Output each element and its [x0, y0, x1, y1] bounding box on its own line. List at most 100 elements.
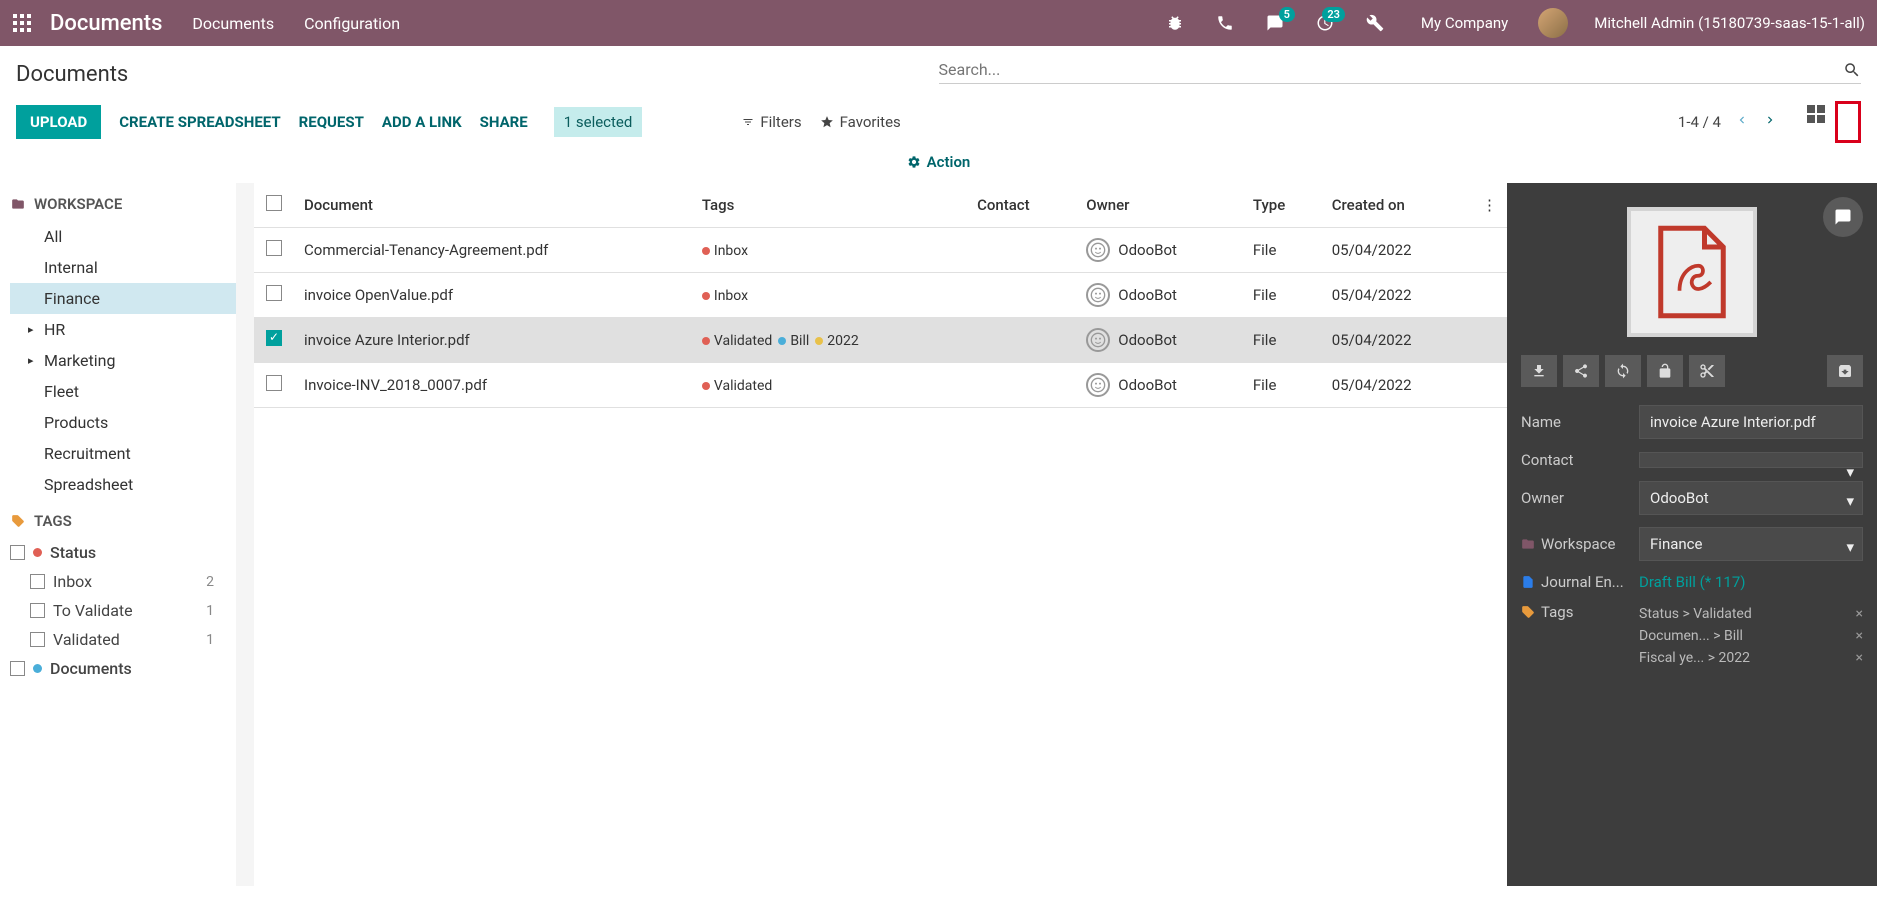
- column-options-icon[interactable]: ⋮: [1472, 183, 1507, 228]
- scissors-icon[interactable]: [1689, 355, 1725, 387]
- apps-icon[interactable]: [12, 13, 32, 33]
- chat-button[interactable]: [1823, 197, 1863, 237]
- cell-tags: ValidatedBill2022: [692, 318, 967, 363]
- app-title[interactable]: Documents: [50, 11, 162, 36]
- contact-field-label: Contact: [1521, 451, 1639, 469]
- documents-table: Document Tags Contact Owner Type Created…: [254, 183, 1507, 408]
- sidebar-item-products[interactable]: Products: [10, 407, 244, 438]
- kanban-view-button[interactable]: [1803, 101, 1829, 127]
- checkbox[interactable]: [10, 661, 25, 676]
- nav-link-configuration[interactable]: Configuration: [304, 14, 400, 33]
- tags-header[interactable]: TAGS: [10, 512, 244, 530]
- phone-icon[interactable]: [1215, 13, 1235, 33]
- journal-entry-link[interactable]: Draft Bill (* 117): [1639, 573, 1745, 591]
- tag-chip: Inbox: [702, 243, 748, 259]
- company-selector[interactable]: My Company: [1421, 14, 1508, 32]
- tag-count: 2: [206, 574, 214, 590]
- sidebar-item-fleet[interactable]: Fleet: [10, 376, 244, 407]
- table-row[interactable]: invoice OpenValue.pdfInboxOdooBotFile05/…: [254, 273, 1507, 318]
- column-contact[interactable]: Contact: [967, 183, 1076, 228]
- sidebar-item-finance[interactable]: Finance: [10, 283, 244, 314]
- checkbox[interactable]: [10, 545, 25, 560]
- tag-group-documents[interactable]: Documents: [10, 654, 244, 683]
- sidebar-item-marketing[interactable]: ▸Marketing: [10, 345, 244, 376]
- cell-document: invoice Azure Interior.pdf: [294, 318, 692, 363]
- pager-count[interactable]: 1-4 / 4: [1678, 113, 1721, 131]
- document-preview[interactable]: [1627, 207, 1757, 337]
- column-tags[interactable]: Tags: [692, 183, 967, 228]
- cell-owner: OdooBot: [1076, 363, 1243, 408]
- checkbox[interactable]: [30, 603, 45, 618]
- column-owner[interactable]: Owner: [1076, 183, 1243, 228]
- sidebar-item-hr[interactable]: ▸HR: [10, 314, 244, 345]
- archive-icon[interactable]: [1827, 355, 1863, 387]
- owner-avatar-icon: [1086, 238, 1110, 262]
- contact-field-input[interactable]: ▾: [1639, 452, 1863, 468]
- bug-icon[interactable]: [1165, 13, 1185, 33]
- sidebar-item-all[interactable]: All: [10, 221, 244, 252]
- add-link-button[interactable]: ADD A LINK: [382, 113, 462, 131]
- messages-icon[interactable]: 5: [1265, 13, 1285, 33]
- tag-item-to-validate[interactable]: To Validate1: [10, 596, 244, 625]
- user-avatar[interactable]: [1538, 8, 1568, 38]
- sidebar-item-spreadsheet[interactable]: Spreadsheet: [10, 469, 244, 500]
- column-document[interactable]: Document: [294, 183, 692, 228]
- username[interactable]: Mitchell Admin (15180739-saas-15-1-all): [1594, 14, 1865, 32]
- row-checkbox[interactable]: [266, 285, 282, 301]
- sidebar-item-recruitment[interactable]: Recruitment: [10, 438, 244, 469]
- sidebar-item-internal[interactable]: Internal: [10, 252, 244, 283]
- search-icon[interactable]: [1843, 61, 1861, 79]
- tag-item-inbox[interactable]: Inbox2: [10, 567, 244, 596]
- table-row[interactable]: Commercial-Tenancy-Agreement.pdfInboxOdo…: [254, 228, 1507, 273]
- column-type[interactable]: Type: [1243, 183, 1322, 228]
- activities-badge: 23: [1322, 7, 1345, 22]
- workspace-header[interactable]: WORKSPACE: [10, 195, 244, 213]
- request-button[interactable]: REQUEST: [299, 113, 364, 131]
- replace-icon[interactable]: [1605, 355, 1641, 387]
- tag-count: 1: [206, 632, 214, 648]
- owner-field-input[interactable]: OdooBot▾: [1639, 481, 1863, 515]
- share-icon[interactable]: [1563, 355, 1599, 387]
- upload-button[interactable]: UPLOAD: [16, 105, 101, 139]
- checkbox[interactable]: [30, 574, 45, 589]
- table-row[interactable]: Invoice-INV_2018_0007.pdfValidatedOdooBo…: [254, 363, 1507, 408]
- tags-field-label: Tags: [1521, 603, 1639, 621]
- table-row[interactable]: invoice Azure Interior.pdfValidatedBill2…: [254, 318, 1507, 363]
- sidebar-item-label: Recruitment: [44, 444, 131, 463]
- list-view-button[interactable]: [1835, 101, 1861, 143]
- row-checkbox[interactable]: [266, 375, 282, 391]
- remove-tag-icon[interactable]: ×: [1856, 606, 1863, 622]
- workspace-field-input[interactable]: Finance▾: [1639, 527, 1863, 561]
- filters-dropdown[interactable]: Filters: [742, 113, 801, 131]
- share-button[interactable]: SHARE: [480, 113, 528, 131]
- create-spreadsheet-button[interactable]: CREATE SPREADSHEET: [119, 113, 280, 131]
- favorites-dropdown[interactable]: Favorites: [820, 113, 901, 131]
- messages-badge: 5: [1279, 7, 1295, 22]
- sidebar-item-label: Spreadsheet: [44, 475, 133, 494]
- row-checkbox[interactable]: [266, 240, 282, 256]
- row-checkbox[interactable]: [266, 330, 282, 346]
- checkbox[interactable]: [30, 632, 45, 647]
- action-dropdown[interactable]: Action: [907, 153, 971, 171]
- cell-tags: Inbox: [692, 228, 967, 273]
- nav-link-documents[interactable]: Documents: [192, 14, 274, 33]
- download-icon[interactable]: [1521, 355, 1557, 387]
- select-all-checkbox[interactable]: [266, 195, 282, 211]
- remove-tag-icon[interactable]: ×: [1856, 650, 1863, 666]
- search-input[interactable]: [939, 60, 1844, 79]
- tag-item-validated[interactable]: Validated1: [10, 625, 244, 654]
- search-bar[interactable]: [939, 56, 1862, 84]
- column-created[interactable]: Created on: [1322, 183, 1472, 228]
- activities-icon[interactable]: 23: [1315, 13, 1335, 33]
- tools-icon[interactable]: [1365, 13, 1385, 33]
- tag-group-status[interactable]: Status: [10, 538, 244, 567]
- cell-type: File: [1243, 363, 1322, 408]
- lock-icon[interactable]: [1647, 355, 1683, 387]
- detail-tag-row: Status > Validated×: [1639, 603, 1863, 625]
- pager-prev[interactable]: [1735, 113, 1749, 131]
- remove-tag-icon[interactable]: ×: [1856, 628, 1863, 644]
- name-field-input[interactable]: invoice Azure Interior.pdf: [1639, 405, 1863, 439]
- pager-next[interactable]: [1763, 113, 1777, 131]
- cell-created: 05/04/2022: [1322, 318, 1472, 363]
- owner-avatar-icon: [1086, 283, 1110, 307]
